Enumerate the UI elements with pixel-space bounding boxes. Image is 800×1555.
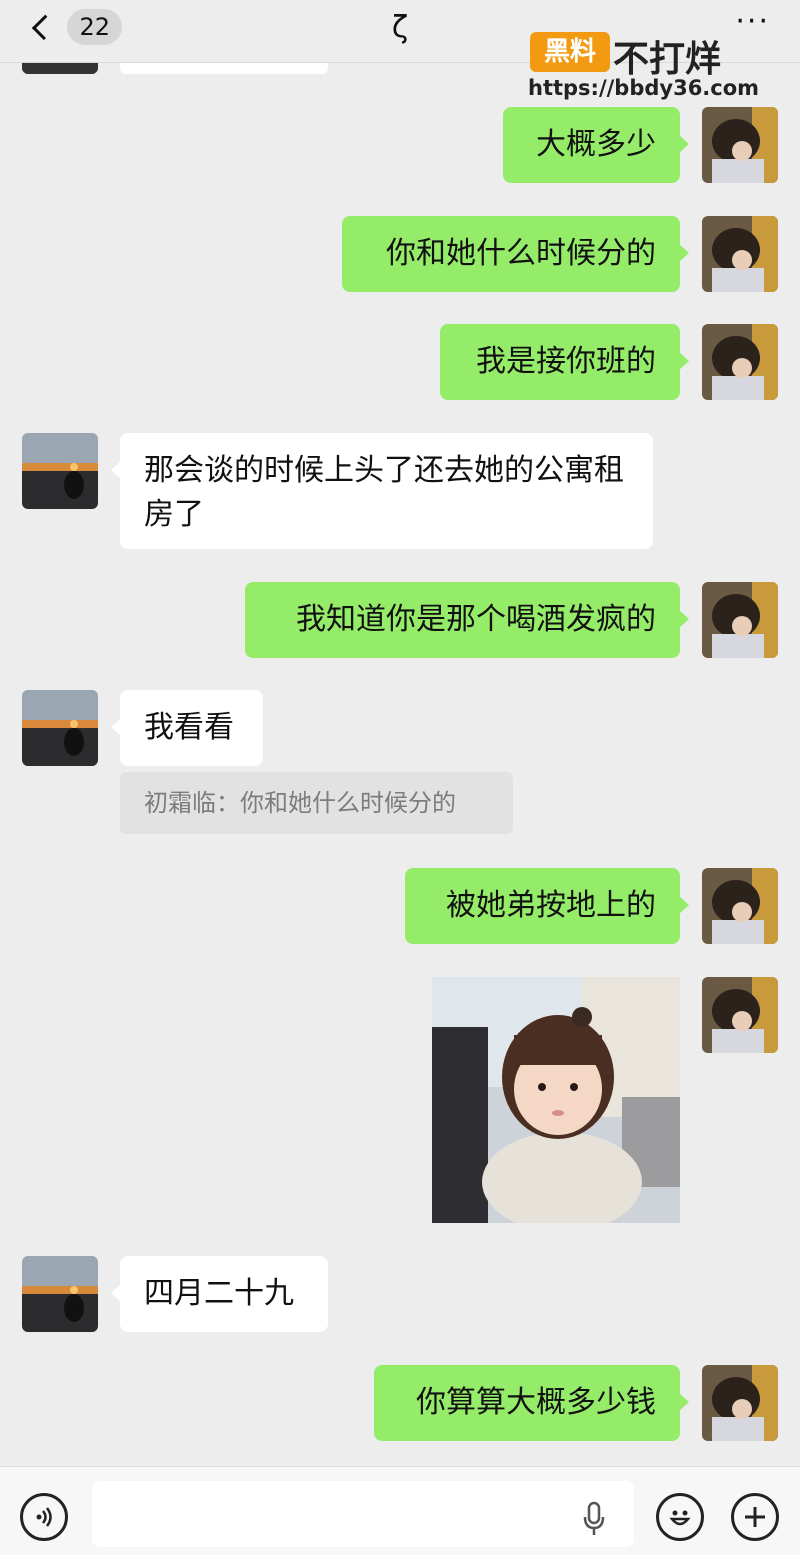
message-bubble-sent[interactable]: 你和她什么时候分的	[342, 216, 689, 292]
message-bubble-received[interactable]: 我看看	[111, 690, 263, 766]
watermark-name: 不打烊	[613, 39, 722, 80]
watermark-logo: 黑料	[530, 32, 610, 72]
contact-avatar[interactable]	[22, 433, 98, 509]
my-avatar[interactable]	[702, 107, 778, 183]
emoji-icon[interactable]	[656, 1493, 704, 1541]
input-bar	[0, 1466, 800, 1555]
plus-icon[interactable]	[731, 1493, 779, 1541]
toddler-sticker	[432, 977, 680, 1223]
message-bubble-sent[interactable]: 你算算大概多少钱	[374, 1365, 689, 1441]
my-avatar[interactable]	[702, 1365, 778, 1441]
message-bubble-received[interactable]: 那会谈的时候上头了还去她的公寓租房了	[111, 433, 653, 549]
message-input[interactable]	[92, 1481, 634, 1547]
contact-avatar[interactable]	[22, 690, 98, 766]
my-avatar[interactable]	[702, 977, 778, 1053]
quoted-message[interactable]: 初霜临：你和她什么时候分的	[120, 772, 513, 834]
my-avatar[interactable]	[702, 582, 778, 658]
message-bubble-sent[interactable]: 我知道你是那个喝酒发疯的	[245, 582, 689, 658]
voice-icon[interactable]	[20, 1493, 68, 1541]
message-bubble-sent[interactable]: 被她弟按地上的	[405, 868, 689, 944]
my-avatar[interactable]	[702, 216, 778, 292]
my-avatar[interactable]	[702, 868, 778, 944]
more-options-icon[interactable]: ···	[735, 4, 770, 39]
microphone-icon[interactable]	[581, 1501, 607, 1537]
message-bubble-received[interactable]: 四月二十九	[111, 1256, 328, 1332]
watermark-url: https://bbdy36.com	[528, 76, 760, 100]
message-bubble-sent[interactable]: 大概多少	[503, 107, 689, 183]
image-message[interactable]	[432, 977, 680, 1223]
message-bubble-sent[interactable]: 我是接你班的	[440, 324, 689, 400]
contact-avatar[interactable]	[22, 1256, 98, 1332]
my-avatar[interactable]	[702, 324, 778, 400]
